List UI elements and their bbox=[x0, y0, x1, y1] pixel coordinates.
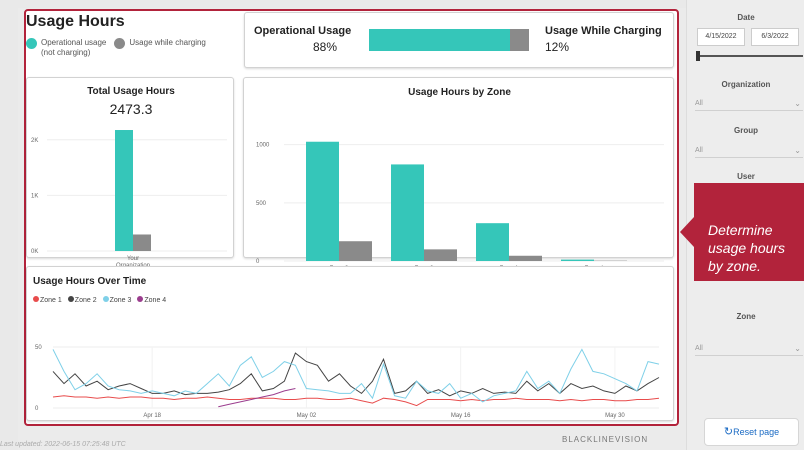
total-usage-card: Total Usage Hours 2473.3 0K1K2KYourOrgan… bbox=[26, 77, 234, 269]
time-series-line bbox=[52, 395, 660, 407]
usage-ratio-card: Operational Usage 88% Usage While Chargi… bbox=[244, 12, 674, 68]
date-slider-handle[interactable] bbox=[696, 51, 700, 61]
total-charging-bar bbox=[133, 234, 151, 251]
organization-select-value: All bbox=[695, 100, 703, 107]
total-y-tick-1: 1K bbox=[31, 193, 38, 199]
legend-operational: Operational usage bbox=[41, 38, 107, 47]
operational-ratio-fill bbox=[369, 29, 510, 51]
zone-y-tick-2: 1000 bbox=[256, 143, 270, 149]
operational-usage-value: 88% bbox=[313, 40, 338, 54]
zone-operational-bar bbox=[476, 223, 509, 261]
zone-charging-bar bbox=[424, 249, 457, 261]
total-usage-chart: 0K1K2KYourOrganization bbox=[31, 130, 227, 269]
organization-filter-label: Organization bbox=[721, 80, 771, 89]
zone-operational-bar bbox=[306, 141, 339, 261]
date-slider-track[interactable] bbox=[699, 55, 803, 57]
reset-icon: ↻ bbox=[723, 426, 734, 438]
chevron-down-icon: ⌄ bbox=[794, 99, 801, 108]
reset-page-label: Reset page bbox=[733, 427, 780, 437]
brand-logo: BLACKLINEVISION bbox=[562, 435, 649, 444]
legend-operational-text: Operational usage (not charging) bbox=[41, 38, 106, 58]
time-x-tick-2: May 16 bbox=[451, 413, 471, 419]
zone-usage-chart: 05001000Zone 3Zone 2Zone 1Zone 4 bbox=[256, 141, 664, 272]
usage-over-time-card: Usage Hours Over Time Zone 1 Zone 2 Zone 3… bbox=[26, 266, 674, 421]
zone-filter-label: Zone bbox=[736, 312, 756, 321]
zone-usage-card: Usage Hours by Zone 05001000Zone 3Zone 2… bbox=[243, 77, 674, 272]
callout-line-2: usage hours bbox=[708, 240, 786, 256]
group-select-value: All bbox=[695, 147, 703, 154]
zone-y-tick-0: 0 bbox=[256, 259, 260, 265]
legend: Operational usage (not charging) Usage w… bbox=[26, 38, 206, 58]
operational-usage-label: Operational Usage bbox=[254, 25, 352, 37]
usage-ratio-bar bbox=[369, 29, 529, 51]
callout-line-1: Determine bbox=[708, 222, 773, 238]
zone-y-tick-1: 500 bbox=[256, 201, 267, 207]
time-series-line bbox=[52, 348, 660, 403]
operational-legend-icon bbox=[26, 38, 37, 49]
user-select[interactable]: All ⌄ bbox=[695, 342, 803, 356]
page-title: Usage Hours bbox=[26, 13, 125, 30]
zone-charging-bar bbox=[339, 241, 372, 261]
total-operational-bar bbox=[115, 130, 133, 251]
callout-text: Determine usage hours by zone. bbox=[708, 221, 785, 275]
organization-select[interactable]: All ⌄ bbox=[695, 97, 803, 111]
zone-charging-bar bbox=[509, 255, 542, 261]
zone-operational-bar bbox=[561, 259, 594, 261]
usage-over-time-chart: 0 50 Apr 18 May 02 May 16 May 30 bbox=[35, 345, 660, 419]
time-x-tick-0: Apr 18 bbox=[143, 413, 161, 419]
group-filter-label: Group bbox=[734, 126, 758, 135]
zone-operational-bar bbox=[391, 164, 424, 261]
time-series-line bbox=[218, 388, 296, 408]
date-start-input[interactable]: 4/15/2022 bbox=[697, 28, 745, 46]
user-filter-label: User bbox=[737, 172, 755, 181]
time-x-tick-1: May 02 bbox=[297, 413, 317, 419]
total-y-tick-2: 2K bbox=[31, 138, 38, 144]
time-y-tick-1: 50 bbox=[35, 345, 42, 351]
time-x-tick-3: May 30 bbox=[605, 413, 625, 419]
legend-charging: Usage while charging bbox=[129, 38, 206, 47]
group-select[interactable]: All ⌄ bbox=[695, 144, 803, 158]
date-filter-label: Date bbox=[737, 13, 755, 22]
charging-usage-label: Usage While Charging bbox=[545, 25, 662, 37]
chevron-down-icon: ⌄ bbox=[794, 146, 801, 155]
legend-operational-sub: (not charging) bbox=[41, 48, 91, 57]
title-legend-block: Usage Hours Operational usage (not charg… bbox=[26, 11, 238, 67]
last-updated-text: Last updated: 2022-06-15 07:25:48 UTC bbox=[0, 441, 126, 448]
chevron-down-icon: ⌄ bbox=[794, 344, 801, 353]
callout-line-3: by zone. bbox=[708, 258, 761, 274]
user-select-value: All bbox=[695, 345, 703, 352]
total-x-label-1: Your bbox=[127, 256, 139, 262]
charging-usage-value: 12% bbox=[545, 40, 570, 54]
time-y-tick-0: 0 bbox=[35, 406, 39, 412]
reset-page-button[interactable]: ↻Reset page bbox=[704, 418, 799, 446]
charging-legend-icon bbox=[114, 38, 126, 49]
date-end-input[interactable]: 6/3/2022 bbox=[751, 28, 799, 46]
total-y-tick-0: 0K bbox=[31, 249, 38, 255]
